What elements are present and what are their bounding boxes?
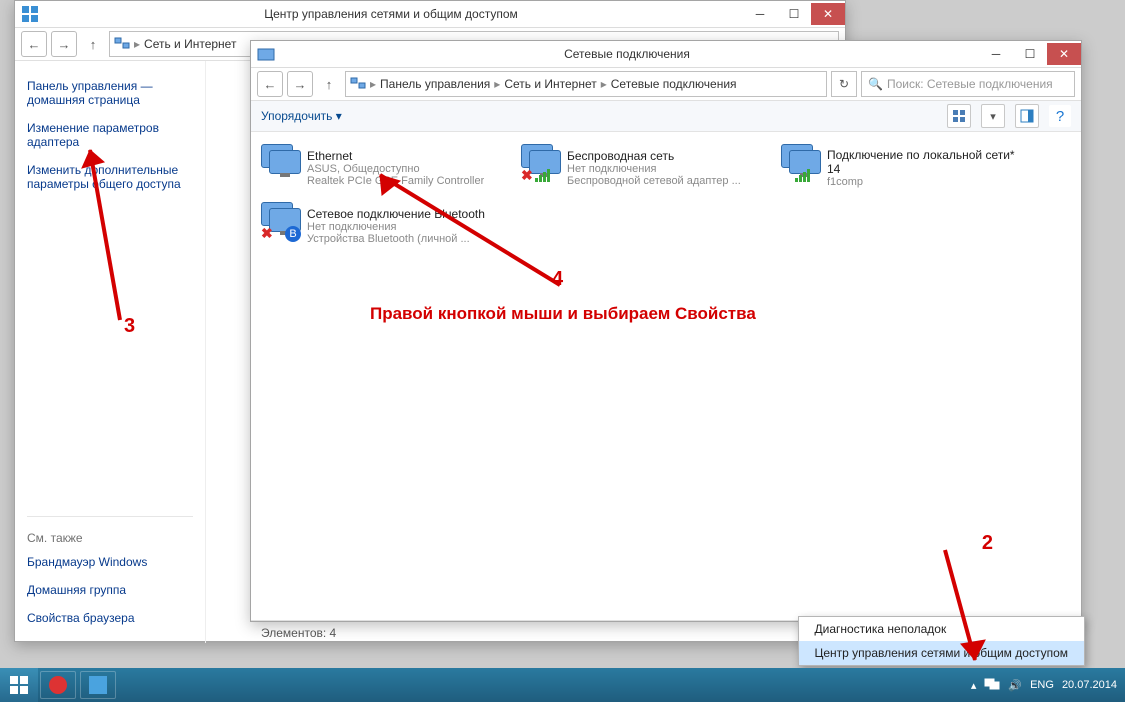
connection-wifi[interactable]: ✖ Беспроводная сетьНет подключенияБеспро… (519, 142, 773, 194)
search-input[interactable]: 🔍 Поиск: Сетевые подключения (861, 71, 1075, 97)
tray-up-icon[interactable]: ▴ (971, 679, 977, 692)
search-placeholder: Поиск: Сетевые подключения (887, 77, 1053, 91)
menu-network-center[interactable]: Центр управления сетями и общим доступом (799, 641, 1085, 665)
folder-icon (257, 45, 275, 63)
network-icon (350, 76, 366, 92)
maximize-button[interactable]: ☐ (1013, 43, 1047, 65)
tray-volume-icon[interactable]: 🔊 (1008, 679, 1022, 692)
window-network-connections: Сетевые подключения ─ ☐ ✕ ← → ↑ ▸Панель … (250, 40, 1082, 622)
help-button[interactable]: ? (1049, 105, 1071, 127)
connection-ethernet[interactable]: EthernetASUS, ОбщедоступноRealtek PCIe G… (259, 142, 513, 194)
tray-date[interactable]: 20.07.2014 (1062, 679, 1117, 691)
start-button[interactable] (0, 668, 38, 702)
search-icon: 🔍 (868, 77, 883, 91)
view-tiles-button[interactable] (947, 104, 971, 128)
organize-menu[interactable]: Упорядочить ▾ (261, 109, 342, 123)
close-button[interactable]: ✕ (1047, 43, 1081, 65)
crumb-text[interactable]: Сеть и Интернет (144, 37, 236, 51)
back-button[interactable]: ← (21, 31, 47, 57)
link-homegroup[interactable]: Домашняя группа (27, 579, 193, 601)
system-tray: ▴ 🔊 ENG 20.07.2014 (963, 677, 1125, 694)
connection-bluetooth[interactable]: ✖B Сетевое подключение BluetoothНет подк… (259, 200, 513, 252)
titlebar-a: Центр управления сетями и общим доступом… (15, 1, 845, 28)
tray-lang[interactable]: ENG (1030, 679, 1054, 691)
close-button[interactable]: ✕ (811, 3, 845, 25)
forward-button[interactable]: → (51, 31, 77, 57)
breadcrumb-b[interactable]: ▸Панель управления ▸Сеть и Интернет ▸Сет… (345, 71, 827, 97)
window-title-a: Центр управления сетями и общим доступом (39, 7, 743, 21)
up-button[interactable]: ↑ (81, 32, 105, 56)
minimize-button[interactable]: ─ (979, 43, 1013, 65)
sidebar: Панель управления — домашняя страница Из… (15, 61, 206, 643)
app-icon (21, 5, 39, 23)
refresh-button[interactable]: ↻ (831, 71, 857, 97)
link-adapter-settings[interactable]: Изменение параметров адаптера (27, 117, 193, 153)
taskbar-opera[interactable] (40, 671, 76, 699)
tray-context-menu: Диагностика неполадок Центр управления с… (798, 616, 1086, 666)
link-browser-props[interactable]: Свойства браузера (27, 607, 193, 629)
maximize-button[interactable]: ☐ (777, 3, 811, 25)
link-firewall[interactable]: Брандмауэр Windows (27, 551, 193, 573)
item-count: Элементов: 4 (261, 626, 336, 640)
network-icon (114, 36, 130, 52)
see-also-label: См. также (27, 516, 193, 545)
link-advanced-sharing[interactable]: Изменить дополнительные параметры общего… (27, 159, 193, 195)
view-dropdown-button[interactable]: ▾ (981, 104, 1005, 128)
connections-area: EthernetASUS, ОбщедоступноRealtek PCIe G… (251, 132, 1081, 620)
taskbar: ▴ 🔊 ENG 20.07.2014 (0, 668, 1125, 702)
minimize-button[interactable]: ─ (743, 3, 777, 25)
forward-button[interactable]: → (287, 71, 313, 97)
window-title-b: Сетевые подключения (275, 47, 979, 61)
titlebar-b: Сетевые подключения ─ ☐ ✕ (251, 41, 1081, 68)
address-bar-b: ← → ↑ ▸Панель управления ▸Сеть и Интерне… (251, 68, 1081, 101)
menu-diagnose[interactable]: Диагностика неполадок (799, 617, 1085, 641)
taskbar-app[interactable] (80, 671, 116, 699)
preview-pane-button[interactable] (1015, 104, 1039, 128)
back-button[interactable]: ← (257, 71, 283, 97)
command-bar: Упорядочить ▾ ▾ ? (251, 101, 1081, 132)
up-button[interactable]: ↑ (317, 72, 341, 96)
connection-lan14[interactable]: Подключение по локальной сети* 14f1comp (779, 142, 1033, 194)
link-home[interactable]: Панель управления — домашняя страница (27, 75, 193, 111)
tray-network-icon[interactable] (984, 677, 1000, 694)
